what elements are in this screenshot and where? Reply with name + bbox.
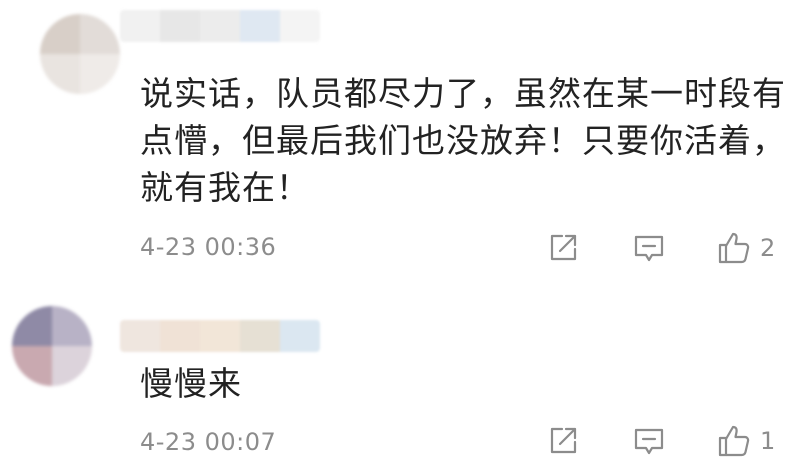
username-blur-segment (280, 320, 320, 352)
comment-icon (632, 424, 666, 458)
thumbs-up-icon (716, 230, 752, 266)
username-blur-segment (160, 10, 200, 42)
avatar[interactable] (40, 14, 120, 94)
avatar-pixel (40, 14, 80, 54)
like-button[interactable]: 2 (716, 230, 775, 266)
reply-button[interactable] (632, 230, 666, 266)
avatar-pixel (80, 54, 120, 94)
username-blur-segment (120, 320, 160, 352)
avatar-pixel (52, 346, 92, 386)
like-button[interactable]: 1 (716, 423, 775, 459)
avatar-pixel (12, 346, 52, 386)
comment-actions: 2 (540, 230, 800, 266)
username-blur-segment (160, 320, 200, 352)
avatar-pixel (52, 306, 92, 346)
comment-timestamp: 4-23 00:07 (140, 428, 277, 456)
avatar[interactable] (12, 306, 92, 386)
username-blur-segment (120, 10, 160, 42)
username-blurred[interactable] (120, 10, 320, 42)
comment-timestamp: 4-23 00:36 (140, 233, 277, 261)
username-blurred[interactable] (120, 320, 320, 352)
username-blur-segment (280, 10, 320, 42)
thumbs-up-icon (716, 423, 752, 459)
like-count: 2 (760, 234, 776, 262)
share-button[interactable] (546, 230, 580, 266)
username-blur-segment (240, 320, 280, 352)
like-count: 1 (760, 427, 776, 455)
avatar-pixel (40, 54, 80, 94)
comment-item: 慢慢来 4-23 00:07 1 (0, 290, 805, 467)
comment-text: 慢慢来 (140, 364, 242, 403)
username-blur-segment (200, 10, 240, 42)
share-button[interactable] (546, 423, 580, 459)
reply-button[interactable] (632, 423, 666, 459)
username-blur-segment (240, 10, 280, 42)
comment-text: 说实话，队员都尽力了，虽然在某一时段有点懵，但最后我们也没放弃！只要你活着，就有… (140, 74, 786, 207)
comment-icon (632, 231, 666, 265)
username-blur-segment (200, 320, 240, 352)
comment-actions: 1 (540, 423, 800, 459)
share-icon (546, 424, 580, 458)
avatar-pixel (12, 306, 52, 346)
comment-item: 说实话，队员都尽力了，虽然在某一时段有点懵，但最后我们也没放弃！只要你活着，就有… (0, 0, 805, 290)
share-icon (546, 231, 580, 265)
avatar-pixel (80, 14, 120, 54)
